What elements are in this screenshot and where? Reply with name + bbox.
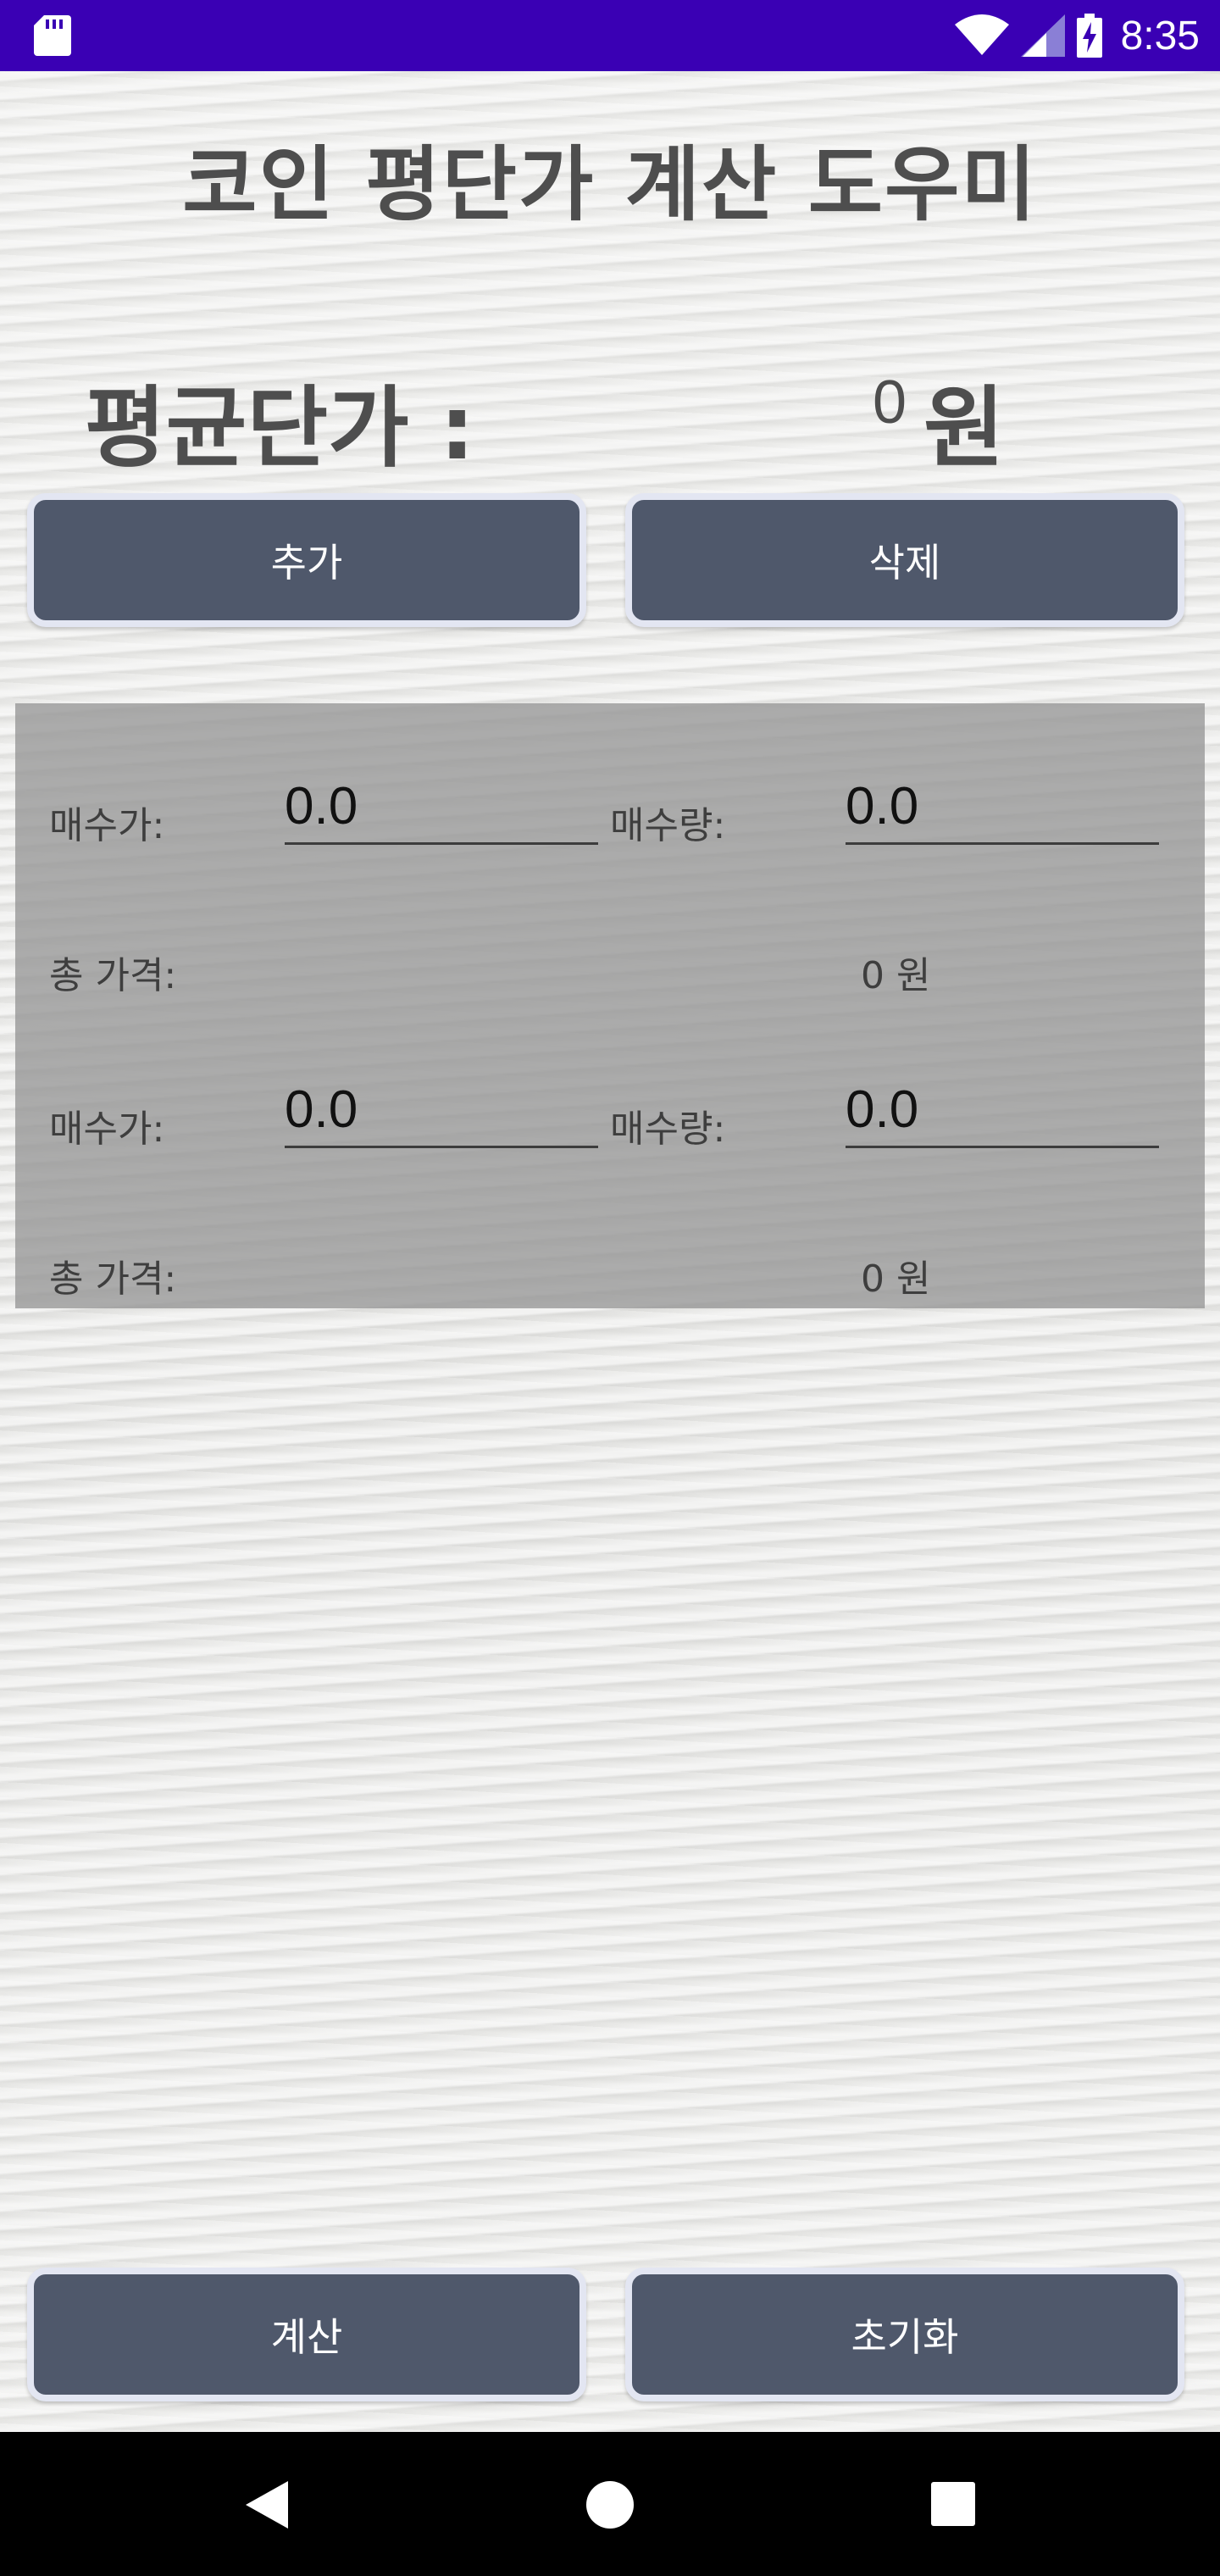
sd-card-icon	[34, 15, 71, 56]
total-price-label: 총 가격:	[49, 1257, 177, 1301]
signal-icon	[1020, 14, 1065, 57]
average-price-label: 평균단가 :	[85, 376, 475, 480]
total-price-value: 0 원	[861, 954, 931, 997]
buy-price-label: 매수가:	[49, 804, 165, 847]
average-price-value: 0	[873, 369, 907, 436]
entry-row: 매수가: 매수량: 총 가격: 0 원	[15, 1007, 1205, 1310]
status-time: 8:35	[1120, 13, 1200, 58]
status-icons: 8:35	[954, 0, 1200, 71]
total-price-label: 총 가격:	[49, 954, 177, 997]
buy-quantity-input[interactable]	[846, 769, 1159, 845]
entries-panel: 매수가: 매수량: 총 가격: 0 원 매수가: 매수량: 총 가격: 0 원	[15, 703, 1205, 1308]
wifi-icon	[954, 14, 1009, 55]
app-title: 코인 평단가 계산 도우미	[182, 137, 1038, 232]
total-price-value: 0 원	[861, 1257, 931, 1301]
buy-price-label: 매수가:	[49, 1108, 165, 1151]
reset-button[interactable]: 초기화	[625, 2268, 1184, 2401]
calculate-button[interactable]: 계산	[27, 2268, 586, 2401]
home-icon[interactable]	[585, 2479, 635, 2530]
back-icon[interactable]	[242, 2479, 293, 2530]
delete-button[interactable]: 삭제	[625, 493, 1184, 627]
navigation-bar	[0, 2432, 1220, 2576]
buy-price-input[interactable]	[285, 1073, 598, 1148]
recents-icon[interactable]	[930, 2481, 976, 2527]
buy-price-input[interactable]	[285, 769, 598, 845]
buy-quantity-input[interactable]	[846, 1073, 1159, 1148]
battery-charging-icon	[1076, 14, 1102, 58]
buy-quantity-label: 매수량:	[610, 804, 726, 847]
status-bar: 8:35	[0, 0, 1220, 71]
add-button[interactable]: 추가	[27, 493, 586, 627]
entry-row: 매수가: 매수량: 총 가격: 0 원	[15, 703, 1205, 1007]
average-price-unit: 원	[923, 376, 1005, 480]
buy-quantity-label: 매수량:	[610, 1108, 726, 1151]
